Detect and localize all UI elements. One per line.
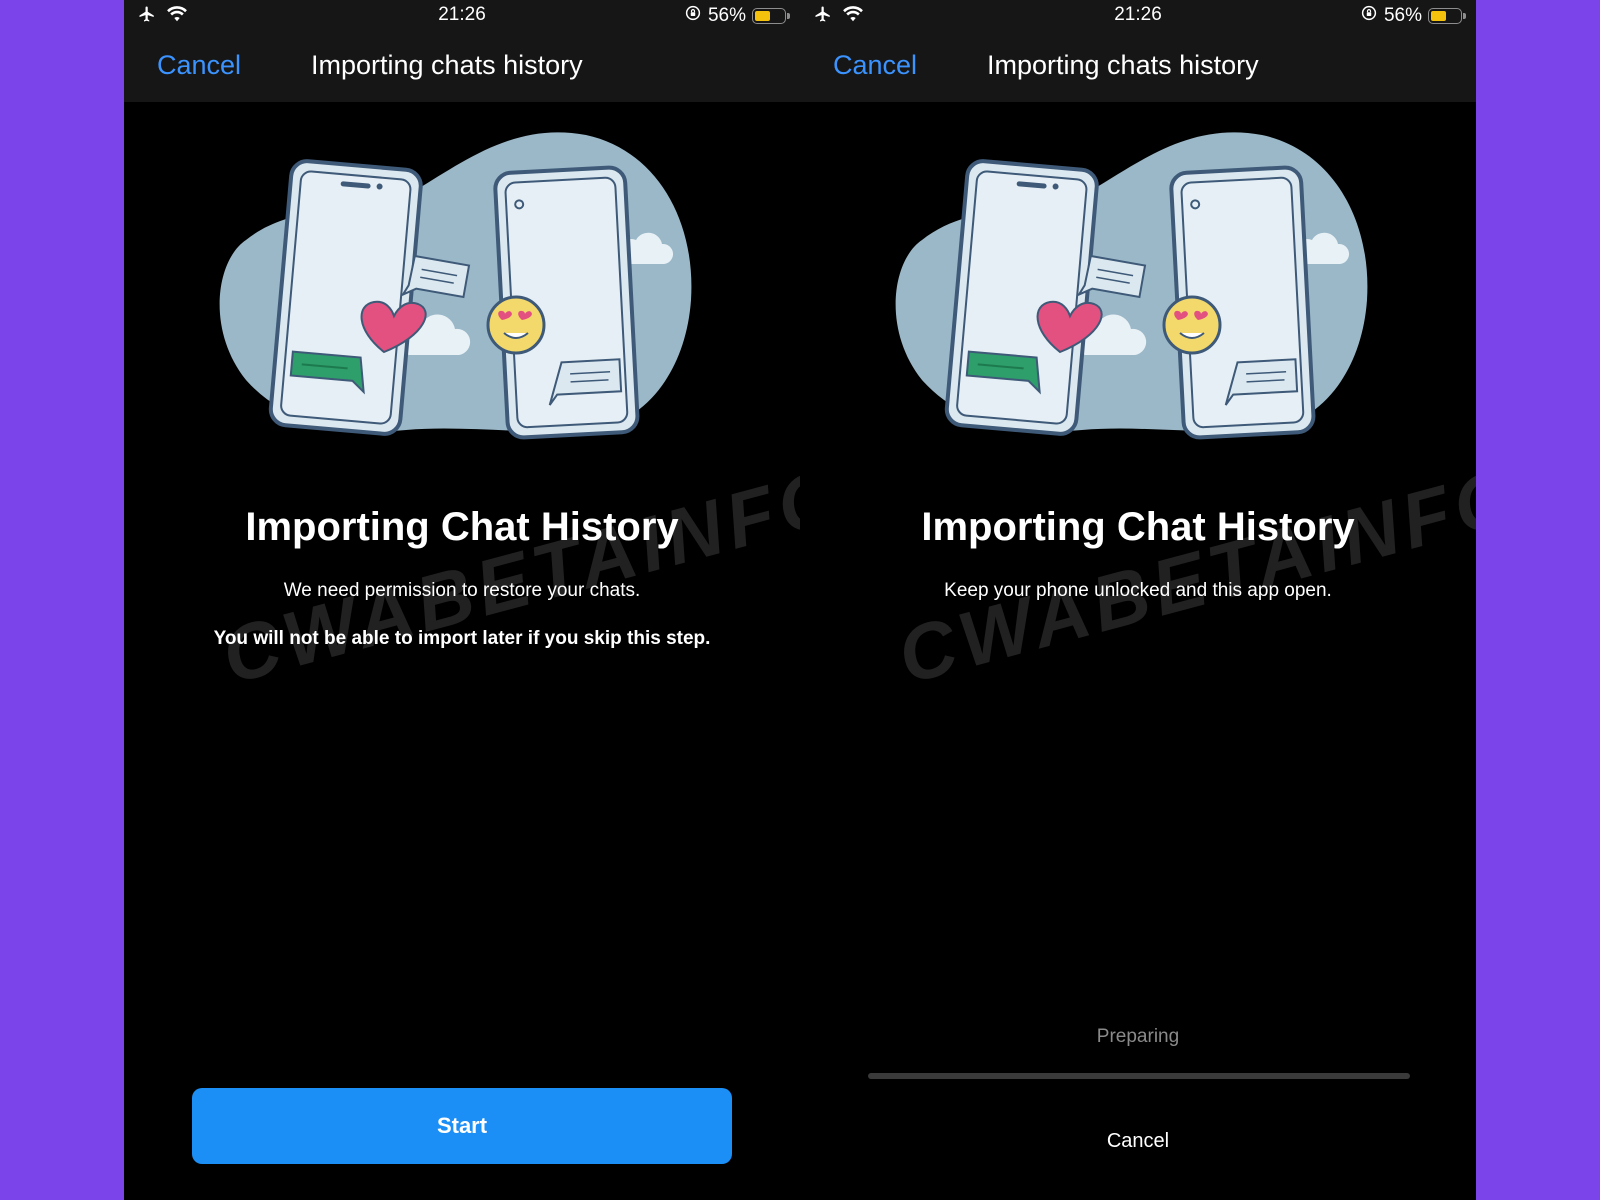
status-bar: 21:26 56% — [124, 0, 800, 30]
phones-illustration — [206, 130, 706, 460]
cancel-import-button[interactable]: Cancel — [800, 1130, 1476, 1153]
nav-title: Importing chats history — [311, 50, 583, 80]
battery-icon — [1428, 8, 1466, 24]
nav-title: Importing chats history — [987, 50, 1259, 80]
nav-bar: Cancel Importing chats history — [800, 30, 1476, 102]
keep-open-text: Keep your phone unlocked and this app op… — [944, 580, 1332, 601]
watermark: CWABETAINFO — [888, 449, 1476, 701]
progress-label: Preparing — [1096, 1026, 1180, 1047]
rotation-lock-icon — [1360, 4, 1378, 28]
phones-illustration — [882, 130, 1382, 460]
warning-text: You will not be able to import later if … — [213, 628, 711, 649]
battery-percent: 56% — [707, 5, 746, 26]
progress-bar — [868, 1073, 1410, 1079]
start-button[interactable]: Start — [192, 1088, 732, 1164]
nav-bar: Cancel Importing chats history — [124, 30, 800, 102]
battery-fill — [755, 11, 771, 21]
status-bar: 21:26 56% — [800, 0, 1476, 30]
screen-right: 21:26 56% Cancel Importing chats history — [800, 0, 1476, 1200]
battery-percent: 56% — [1383, 5, 1422, 26]
watermark: CWABETAINFO — [212, 449, 800, 701]
cancel-button[interactable]: Cancel — [157, 50, 241, 81]
headline: Importing Chat History — [921, 505, 1355, 549]
cancel-button[interactable]: Cancel — [833, 50, 917, 81]
battery-fill — [1431, 11, 1447, 21]
headline: Importing Chat History — [245, 505, 679, 549]
permission-text: We need permission to restore your chats… — [283, 580, 641, 601]
battery-icon — [752, 8, 790, 24]
screen-left: 21:26 56% Cancel Importing chats history — [124, 0, 800, 1200]
rotation-lock-icon — [684, 4, 702, 28]
